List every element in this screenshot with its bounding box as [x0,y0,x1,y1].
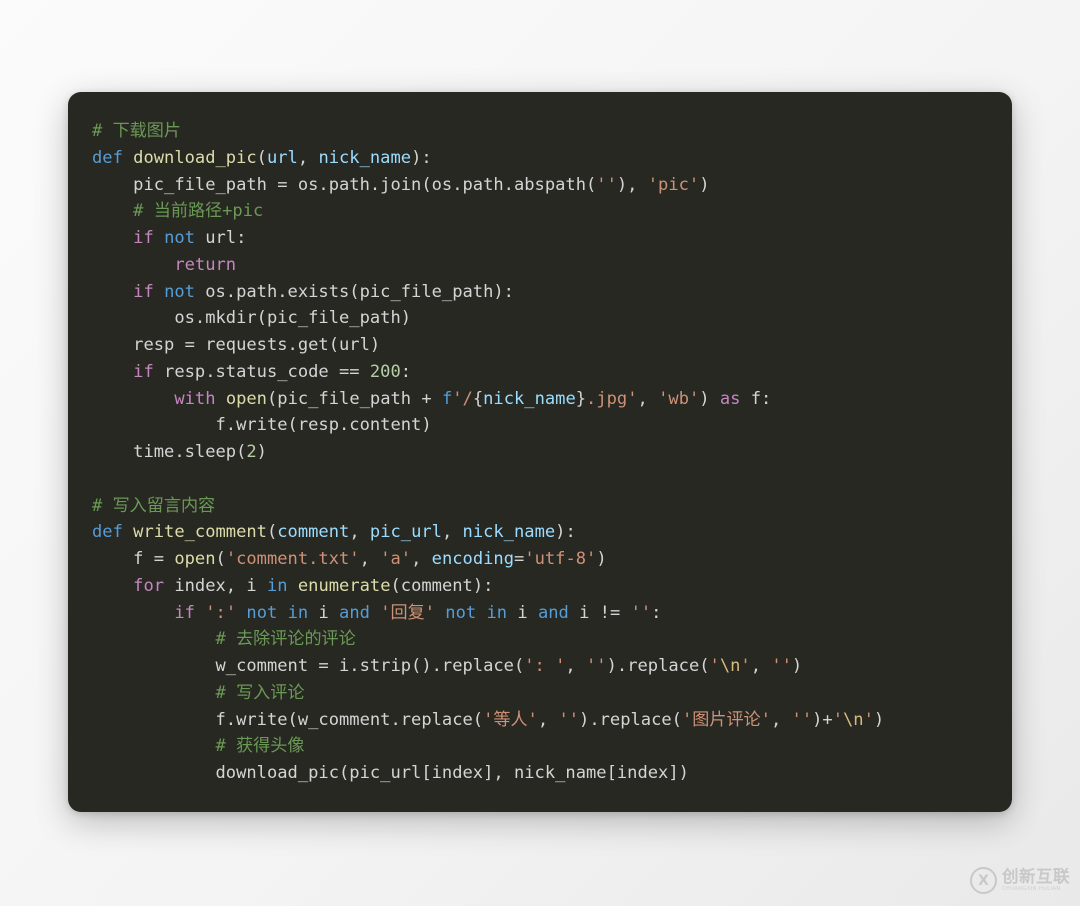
code-line: resp = requests.get(url) [92,335,381,355]
code-line: if not os.path.exists(pic_file_path): [133,281,514,302]
code-line: f.write(w_comment.replace('等人', '').repl… [92,709,885,730]
code-line: # 去除评论的评论 [92,626,988,653]
code-line: # 当前路径+pic [92,198,988,225]
comment-write-message: # 写入留言内容 [92,495,216,516]
watermark: 创新互联 CHUANGXIN HULIAN [970,867,1070,894]
comment-remove-reply: # 去除评论的评论 [215,629,356,650]
code-line: if resp.status_code == 200: [133,361,412,382]
code-card: # 下载图片 def download_pic(url, nick_name): … [68,92,1012,812]
code-line: return [174,254,237,275]
code-line: for index, i in enumerate(comment): [133,575,494,596]
code-line: # 下载图片 [92,118,988,145]
code-block: # 下载图片 def download_pic(url, nick_name): … [92,118,988,787]
watermark-brand-pinyin: CHUANGXIN HULIAN [1002,886,1061,893]
code-line: f = open('comment.txt', 'a', encoding='u… [92,549,607,569]
code-line: # 获得头像 [92,733,988,760]
comment-get-avatar: # 获得头像 [215,736,305,757]
code-line: w_comment = i.strip().replace(': ', '').… [92,656,803,676]
code-line: os.mkdir(pic_file_path) [92,308,412,329]
comment-download-image: # 下载图片 [92,121,181,141]
comment-write-review: # 写入评论 [215,682,305,703]
code-line: # 写入评论 [92,680,988,707]
code-line: download_pic(pic_url[index], nick_name[i… [92,763,689,783]
code-line: time.sleep(2) [92,442,267,462]
code-line: if ':' not in i and '回复' not in i and i … [174,602,662,623]
watermark-brand-cn: 创新互联 [1002,866,1070,886]
code-line: if not url: [133,228,247,248]
code-line: def write_comment(comment, pic_url, nick… [92,522,576,543]
comment-current-path: # 当前路径+pic [133,201,264,222]
watermark-text: 创新互联 CHUANGXIN HULIAN [1002,866,1070,893]
code-line: def download_pic(url, nick_name): [92,147,432,168]
code-line: f.write(resp.content) [92,415,432,436]
code-line: pic_file_path = os.path.join(os.path.abs… [92,174,710,195]
watermark-logo-icon [970,867,997,894]
code-line: # 写入留言内容 [92,493,988,520]
code-line: with open(pic_file_path + f'/{nick_name}… [174,388,772,409]
